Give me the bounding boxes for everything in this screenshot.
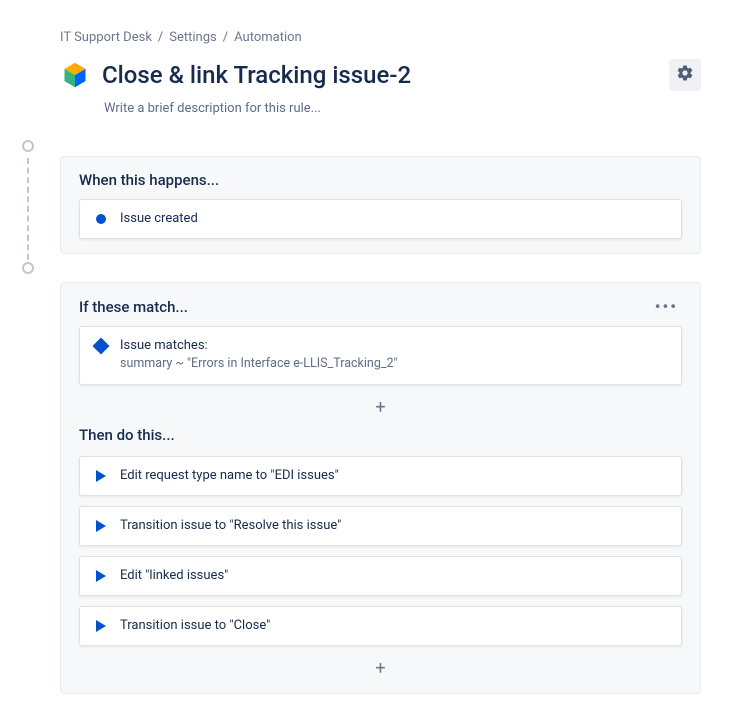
action-card-2[interactable]: Transition issue to "Resolve this issue" (79, 506, 682, 546)
breadcrumb-settings[interactable]: Settings (169, 30, 216, 45)
then-title: Then do this... (79, 426, 682, 444)
action-card-4[interactable]: Transition issue to "Close" (79, 606, 682, 646)
if-section: If these match... ••• Issue matches: sum… (60, 282, 701, 694)
add-condition-button[interactable]: + (79, 395, 682, 418)
breadcrumb-project[interactable]: IT Support Desk (60, 30, 152, 45)
action-card-1[interactable]: Edit request type name to "EDI issues" (79, 456, 682, 496)
trigger-card[interactable]: Issue created (79, 199, 682, 239)
title-row: Close & link Tracking issue-2 (60, 59, 701, 91)
breadcrumb: IT Support Desk / Settings / Automation (60, 30, 701, 45)
circle-icon (94, 212, 108, 226)
play-icon (94, 519, 108, 533)
trigger-label: Issue created (120, 210, 198, 228)
rule-description[interactable]: Write a brief description for this rule.… (104, 101, 701, 116)
diamond-icon (94, 339, 108, 353)
action-label-1: Edit request type name to "EDI issues" (120, 467, 339, 485)
condition-card[interactable]: Issue matches: summary ~ "Errors in Inte… (79, 326, 682, 384)
rule-settings-button[interactable] (669, 59, 701, 91)
play-icon (94, 619, 108, 633)
if-more-button[interactable]: ••• (651, 297, 682, 316)
if-title: If these match... (79, 298, 188, 316)
rule-cube-icon (60, 60, 90, 90)
action-label-3: Edit "linked issues" (120, 567, 228, 585)
action-card-3[interactable]: Edit "linked issues" (79, 556, 682, 596)
breadcrumb-sep: / (158, 30, 163, 45)
play-icon (94, 569, 108, 583)
when-section: When this happens... Issue created (60, 156, 701, 254)
action-label-2: Transition issue to "Resolve this issue" (120, 517, 341, 535)
gear-icon (676, 64, 694, 86)
condition-label: Issue matches: (120, 338, 208, 353)
breadcrumb-automation[interactable]: Automation (234, 30, 302, 45)
rule-title[interactable]: Close & link Tracking issue-2 (102, 61, 657, 89)
action-label-4: Transition issue to "Close" (120, 617, 270, 635)
condition-detail: summary ~ "Errors in Interface e-LLIS_Tr… (120, 356, 398, 371)
add-action-button[interactable]: + (79, 656, 682, 679)
play-icon (94, 469, 108, 483)
when-title: When this happens... (79, 171, 219, 189)
condition-text: Issue matches: summary ~ "Errors in Inte… (120, 337, 398, 373)
breadcrumb-sep: / (223, 30, 228, 45)
